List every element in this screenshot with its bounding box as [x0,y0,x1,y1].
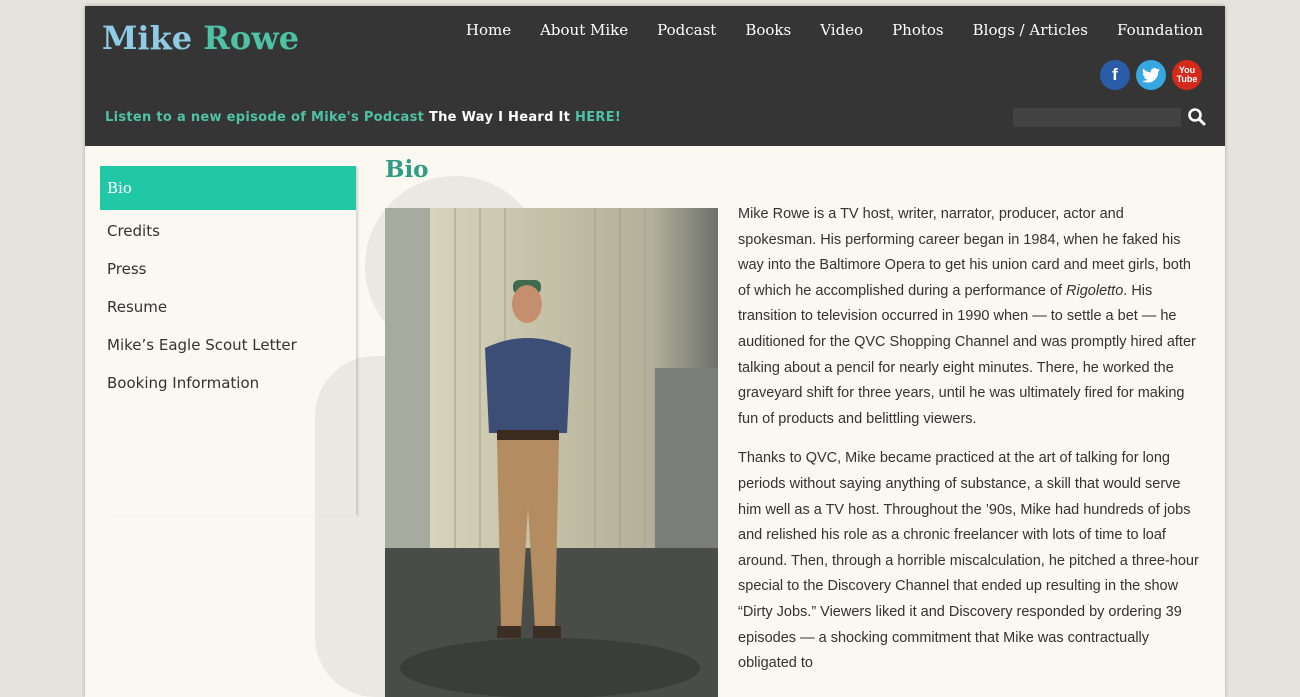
sidebar-item-resume[interactable]: Resume [100,288,356,326]
page-title: Bio [385,156,429,183]
bio-body: Mike Rowe is a TV host, writer, narrator… [738,202,1204,691]
twitter-bird-glyph [1142,67,1160,83]
bio-sidebar: Bio Credits Press Resume Mike’s Eagle Sc… [100,166,356,516]
main-nav: Home About Mike Podcast Books Video Phot… [437,21,1203,39]
facebook-glyph: f [1112,65,1118,84]
nav-about-mike[interactable]: About Mike [540,21,628,39]
bio-paragraph-1: Mike Rowe is a TV host, writer, narrator… [738,202,1204,432]
bio-p1-part-b: . His transition to television occurred … [738,282,1196,427]
promo-here-link[interactable]: HERE! [575,110,621,125]
bio-p1-italic: Rigoletto [1066,282,1124,299]
social-links: f You Tube [1100,60,1202,90]
mike-rowe-photo [385,208,718,697]
bio-paragraph-2: Thanks to QVC, Mike became practiced at … [738,450,1199,672]
logo-first-name: Mike [102,19,193,57]
nav-podcast[interactable]: Podcast [657,21,716,39]
nav-photos[interactable]: Photos [892,21,944,39]
nav-books[interactable]: Books [745,21,791,39]
youtube-glyph: You Tube [1177,66,1198,84]
logo-last-name: Rowe [203,19,300,57]
promo-lead-text: Listen to a new episode of Mike's Podcas… [105,110,425,125]
site-logo[interactable]: Mike Rowe [102,19,299,57]
podcast-promo: Listen to a new episode of Mike's Podcas… [105,110,621,125]
sidebar-item-bio[interactable]: Bio [100,166,356,210]
search-icon[interactable] [1187,107,1207,127]
youtube-glyph-bottom: Tube [1176,74,1198,84]
sidebar-item-press[interactable]: Press [100,250,356,288]
search-input[interactable] [1013,108,1181,127]
twitter-icon[interactable] [1136,60,1166,90]
sidebar-item-credits[interactable]: Credits [100,212,356,250]
nav-blogs-articles[interactable]: Blogs / Articles [973,21,1088,39]
sidebar-item-booking-information[interactable]: Booking Information [100,364,356,402]
nav-video[interactable]: Video [820,21,863,39]
sidebar-item-eagle-scout-letter[interactable]: Mike’s Eagle Scout Letter [100,326,356,364]
site-header: Mike Rowe Home About Mike Podcast Books … [85,6,1225,146]
page-container: Mike Rowe Home About Mike Podcast Books … [85,6,1225,697]
nav-home[interactable]: Home [466,21,511,39]
youtube-icon[interactable]: You Tube [1172,60,1202,90]
promo-podcast-title: The Way I Heard It [428,110,571,125]
nav-foundation[interactable]: Foundation [1117,21,1203,39]
facebook-icon[interactable]: f [1100,60,1130,90]
